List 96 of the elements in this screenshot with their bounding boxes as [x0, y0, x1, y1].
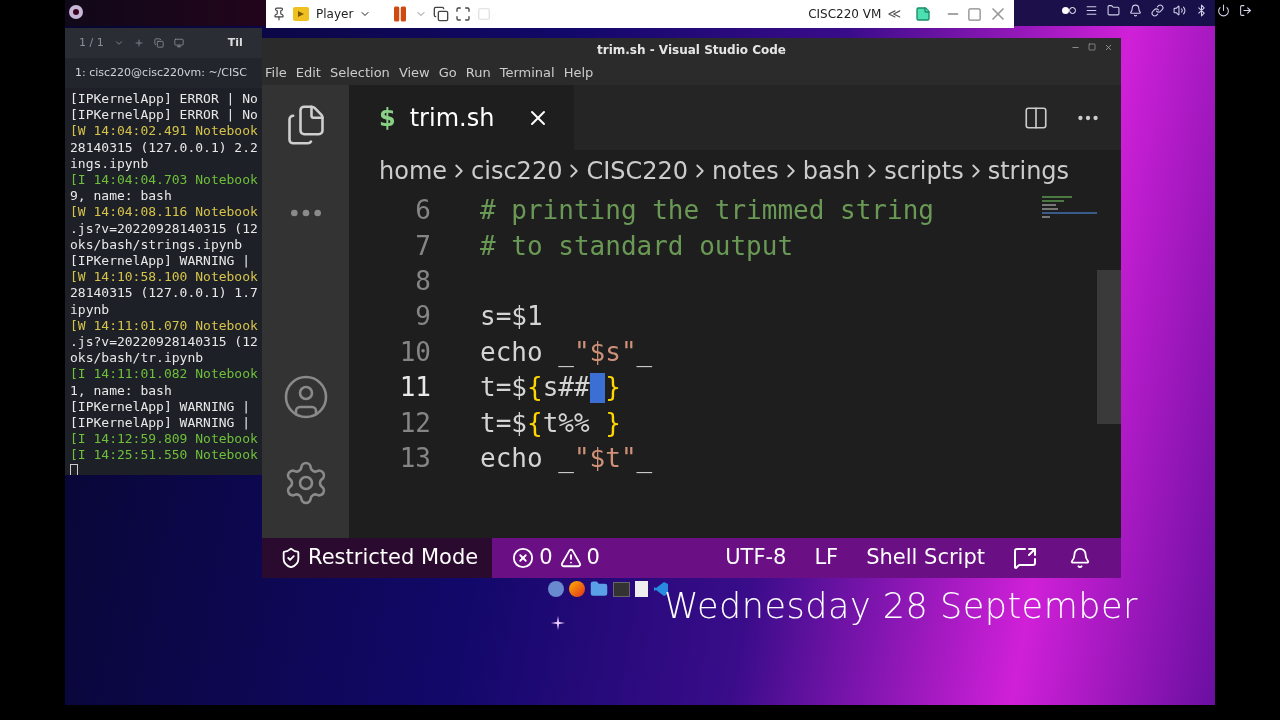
terminal-line: .js?v=20220928140315 (12	[70, 220, 258, 237]
menu-icon[interactable]	[1085, 4, 1098, 17]
terminal-line: [W 14:11:01.070 Notebook	[70, 317, 258, 335]
editor-tab[interactable]: $ trim.sh	[349, 85, 574, 150]
code-line: t=${t%% }	[480, 406, 621, 440]
code-line: echo _"$t"_	[480, 441, 653, 475]
note-icon[interactable]	[915, 6, 931, 22]
line-number: 10	[398, 335, 431, 369]
terminal-line: oks/bash/strings.ipynb	[70, 236, 243, 254]
pin-icon[interactable]	[272, 7, 286, 21]
menu-item[interactable]: Run	[465, 63, 491, 83]
minimap	[1042, 194, 1097, 220]
terminal-line: 28140315 (127.0.0.1) 1.7	[70, 285, 258, 302]
launcher-icon[interactable]	[68, 4, 84, 20]
terminal-line: [IPKernelApp] WARNING |	[70, 398, 250, 416]
line-number: 6	[414, 194, 431, 228]
date-label: Wednesday 28 September	[664, 585, 1138, 628]
line-number: 8	[414, 265, 431, 298]
terminal-line: [IPKernelApp] WARNING |	[70, 253, 250, 270]
fullscreen-icon[interactable]	[455, 6, 472, 22]
terminal-line: 1, name: bash	[70, 382, 172, 399]
breadcrumb-item[interactable]: strings	[987, 153, 1070, 189]
window-icon[interactable]	[173, 38, 184, 48]
terminal-line: ings.ipynb	[70, 155, 149, 172]
menu-item[interactable]: Go	[438, 63, 457, 83]
terminal-line: [W 14:04:08.116 Notebook	[70, 204, 258, 221]
terminal-line: [IPKernelApp] ERROR | No	[70, 91, 258, 108]
menu-item[interactable]: Help	[563, 63, 594, 83]
terminal-line: oks/bash/tr.ipynb	[70, 350, 204, 367]
vm-name: CISC220 VM	[808, 6, 882, 23]
split-editor-icon[interactable]	[1023, 104, 1049, 131]
terminal-line: [W 14:04:02.491 Notebook	[70, 123, 258, 140]
code-line: # to standard output	[480, 229, 794, 263]
terminal-tab[interactable]: 1: cisc220@cisc220vm: ~/CISC	[65, 58, 262, 88]
caret-icon	[113, 38, 124, 48]
maximize-icon[interactable]	[1088, 43, 1096, 51]
send-keys-icon[interactable]	[433, 6, 450, 22]
terminal-line: 9, name: bash	[70, 188, 172, 205]
menu-item[interactable]: View	[398, 63, 430, 83]
breadcrumb-item[interactable]: cisc220	[471, 153, 563, 189]
link-icon[interactable]	[1151, 4, 1164, 17]
terminal-cursor	[70, 463, 78, 475]
line-ending-indicator[interactable]: LF	[814, 542, 839, 574]
player-menu[interactable]: Player	[316, 5, 372, 23]
terminal-line: ipynb	[70, 301, 110, 318]
terminal-line: .js?v=20220928140315 (12	[70, 334, 258, 351]
line-number: 12	[398, 406, 431, 440]
power-icon[interactable]	[1217, 4, 1230, 17]
bluetooth-icon[interactable]	[1195, 4, 1208, 17]
line-number: 7	[414, 229, 431, 263]
bell-icon[interactable]	[1129, 4, 1142, 17]
code-line: t=${s## }	[480, 371, 621, 405]
notifications-icon[interactable]	[1069, 547, 1091, 569]
line-number: 13	[398, 441, 431, 475]
tab-label: trim.sh	[409, 102, 495, 134]
breadcrumb-item[interactable]: scripts	[884, 153, 964, 189]
terminal-line: [IPKernelApp] WARNING |	[70, 415, 250, 432]
add-icon[interactable]	[133, 38, 144, 48]
terminal-line: 28140315 (127.0.0.1) 2.2	[70, 139, 258, 156]
menu-item[interactable]: Edit	[295, 63, 321, 83]
problems-indicator[interactable]: 0 0	[512, 542, 600, 574]
code-line: s=$1	[480, 300, 543, 334]
page-indicator[interactable]: 1 / 1	[79, 34, 104, 52]
folder-icon[interactable]	[590, 580, 608, 598]
scrollbar[interactable]	[1097, 270, 1121, 424]
folder-icon[interactable]	[1107, 4, 1120, 17]
breadcrumb-item[interactable]: home	[379, 153, 448, 189]
breadcrumb-item[interactable]: CISC220	[586, 153, 689, 189]
player-icon[interactable]	[292, 5, 310, 23]
window-title: Til	[227, 34, 243, 51]
collapse-toggle[interactable]: ≪	[887, 4, 901, 24]
encoding-indicator[interactable]: UTF-8	[725, 542, 787, 574]
menu-item[interactable]: File	[265, 63, 287, 83]
terminal-line: [I 14:12:59.809 Notebook	[70, 431, 258, 448]
terminal-line: [I 14:04:04.703 Notebook	[70, 172, 258, 189]
shell-file-icon: $	[379, 99, 396, 136]
split-icon[interactable]	[153, 38, 164, 48]
feedback-icon[interactable]	[1013, 546, 1037, 570]
language-indicator[interactable]: Shell Script	[866, 542, 985, 574]
terminal-line: [I 14:25:51.550 Notebook	[70, 447, 258, 464]
breadcrumb-item[interactable]: notes	[712, 153, 779, 189]
terminal-line: [W 14:10:58.100 Notebook	[70, 269, 258, 286]
code-line: echo _"$s"_	[480, 335, 653, 369]
menu-item[interactable]: Terminal	[499, 63, 555, 83]
window-title: trim.sh - Visual Studio Code	[597, 41, 786, 59]
terminal-line: [I 14:11:01.082 Notebook	[70, 366, 258, 383]
code-line: # printing the trimmed string	[480, 194, 934, 228]
breadcrumb-item[interactable]: bash	[802, 153, 861, 189]
line-number: 11	[398, 371, 431, 405]
line-number: 9	[414, 300, 431, 334]
restricted-mode-indicator[interactable]: Restricted Mode	[262, 538, 493, 578]
terminal-line: [IPKernelApp] ERROR | No	[70, 107, 258, 124]
logout-icon[interactable]	[1239, 4, 1252, 17]
star-icon	[551, 616, 565, 630]
menu-item[interactable]: Selection	[329, 63, 390, 83]
volume-icon[interactable]	[1173, 4, 1186, 17]
